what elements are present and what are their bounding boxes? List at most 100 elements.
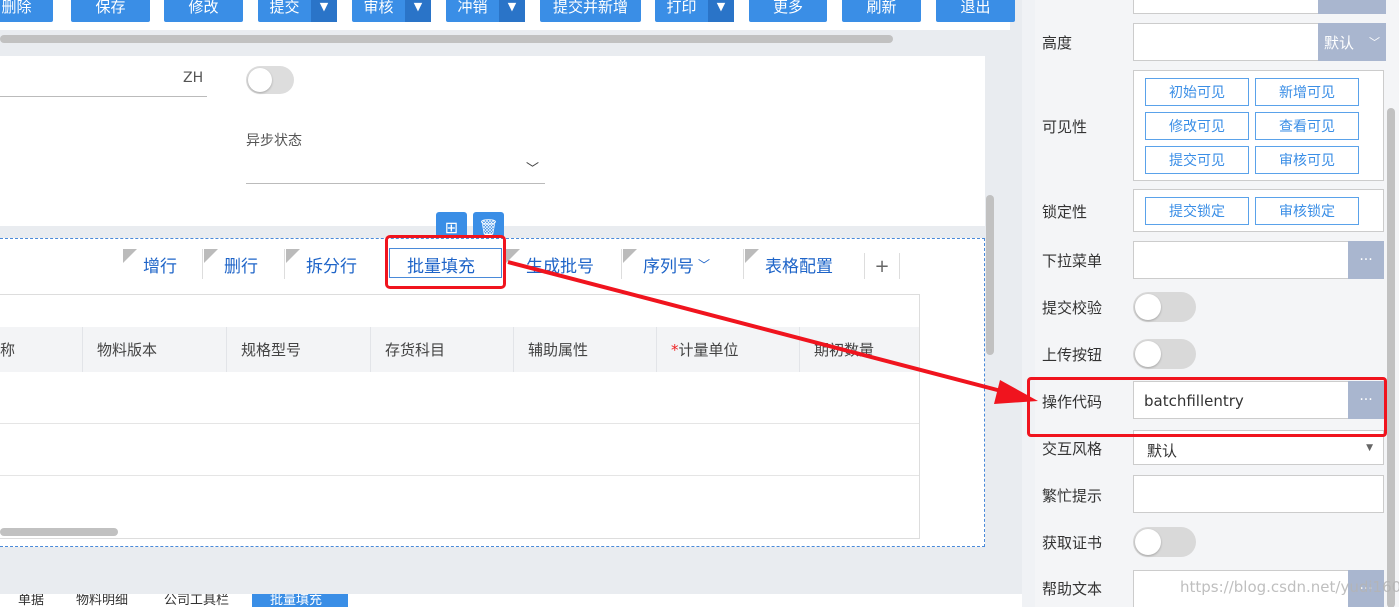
column-header[interactable]: 辅助属性 <box>514 327 657 372</box>
chevron-down-icon[interactable]: ▼ <box>708 0 734 22</box>
horizontal-scrollbar[interactable] <box>0 528 118 536</box>
chevron-down-icon[interactable]: ▼ <box>311 0 337 22</box>
more-button[interactable]: 更多 <box>749 0 827 22</box>
dropdown-menu-more-button[interactable]: ··· <box>1348 241 1384 279</box>
submit-and-new-label: 提交并新增 <box>552 0 628 16</box>
async-status-select[interactable]: ﹀ <box>246 150 545 184</box>
horizontal-scrollbar[interactable] <box>0 35 893 43</box>
button-label: 查看可见 <box>1279 119 1335 135</box>
table-row[interactable] <box>0 424 919 476</box>
initial-visible-button[interactable]: 初始可见 <box>1145 78 1249 106</box>
audit-label: 审核 <box>363 0 394 16</box>
column-header[interactable]: 规格型号 <box>227 327 371 372</box>
get-cert-label: 获取证书 <box>1042 534 1103 552</box>
form-toggle[interactable] <box>246 66 294 94</box>
exit-button[interactable]: 退出 <box>936 0 1015 22</box>
column-header[interactable]: 存货科目 <box>371 327 514 372</box>
column-header[interactable]: 期初数量 <box>800 327 919 372</box>
table-config-button[interactable]: 表格配置 <box>743 249 833 279</box>
tab-document[interactable]: 单据 <box>18 594 68 607</box>
dropdown-menu-input[interactable] <box>1133 241 1350 279</box>
interaction-style-value: 默认 <box>1147 442 1178 460</box>
split-row-button[interactable]: 拆分行 <box>284 249 357 279</box>
get-cert-toggle[interactable] <box>1133 527 1196 557</box>
lock-options: 提交锁定 审核锁定 <box>1133 189 1384 232</box>
chevron-down-icon[interactable]: ▼ <box>405 0 431 22</box>
more-icon: ··· <box>1359 252 1373 268</box>
delete-button[interactable]: 删除 <box>0 0 53 22</box>
column-header[interactable]: 称 <box>0 327 83 372</box>
bottom-tab-bar: 单据 物料明细 公司工具栏 批量填充 <box>0 594 1022 607</box>
button-label: 审核锁定 <box>1279 204 1335 220</box>
designer-canvas: 删除 保存 修改 提交 ▼ 审核 ▼ 冲销 ▼ 提交并新增 打印 ▼ 更多 刷新 退出 … <box>0 0 1022 607</box>
submit-lock-button[interactable]: 提交锁定 <box>1145 197 1249 225</box>
help-text-label: 帮助文本 <box>1042 580 1103 598</box>
more-label: 更多 <box>772 0 803 16</box>
new-visible-button[interactable]: 新增可见 <box>1255 78 1359 106</box>
button-label: 初始可见 <box>1169 85 1225 101</box>
divider <box>202 249 203 279</box>
height-label: 高度 <box>1042 34 1073 52</box>
divider <box>743 249 744 279</box>
table-row[interactable] <box>0 372 919 424</box>
zh-field-value[interactable]: ZH <box>183 70 203 86</box>
height-unit-select[interactable]: 默认 ﹀ <box>1318 23 1386 61</box>
column-header-label: 辅助属性 <box>528 341 589 359</box>
add-row-button[interactable]: 增行 <box>123 249 177 279</box>
submit-visible-button[interactable]: 提交可见 <box>1145 146 1249 174</box>
serial-number-button[interactable]: 序列号 ﹀ <box>621 249 710 279</box>
submit-button[interactable]: 提交 ▼ <box>258 0 337 22</box>
generate-batch-label: 生成批号 <box>526 256 594 277</box>
required-mark: * <box>671 340 679 359</box>
tab-company-toolbar[interactable]: 公司工具栏 <box>164 594 248 607</box>
height-input[interactable] <box>1133 23 1319 61</box>
tab-batch-fill[interactable]: 批量填充 <box>252 594 348 607</box>
print-button[interactable]: 打印 ▼ <box>655 0 734 22</box>
upload-button-label: 上传按钮 <box>1042 346 1103 364</box>
modify-visible-button[interactable]: 修改可见 <box>1145 112 1249 140</box>
tab-label: 公司工具栏 <box>164 594 230 607</box>
button-label: 提交可见 <box>1169 153 1225 169</box>
generate-batch-button[interactable]: 生成批号 <box>506 249 594 279</box>
column-header[interactable]: 物料版本 <box>83 327 227 372</box>
upload-button-toggle[interactable] <box>1133 339 1196 369</box>
form-toolbar: 删除 保存 修改 提交 ▼ 审核 ▼ 冲销 ▼ 提交并新增 打印 ▼ 更多 刷新 退出 <box>0 0 1015 30</box>
watermark: https://blog.csdn.net/yudi1602 <box>1180 578 1399 596</box>
width-unit-select[interactable] <box>1318 0 1386 14</box>
plus-icon[interactable]: + <box>864 253 900 279</box>
table-row[interactable] <box>0 476 919 528</box>
busy-tip-input[interactable] <box>1133 475 1384 513</box>
submit-label: 提交 <box>269 0 300 16</box>
submit-check-toggle[interactable] <box>1133 292 1196 322</box>
dropdown-menu-label: 下拉菜单 <box>1042 252 1103 270</box>
modify-button[interactable]: 修改 <box>164 0 243 22</box>
audit-button[interactable]: 审核 ▼ <box>352 0 431 22</box>
audit-visible-button[interactable]: 审核可见 <box>1255 146 1359 174</box>
reverse-button[interactable]: 冲销 ▼ <box>446 0 525 22</box>
vertical-scrollbar[interactable] <box>986 195 994 355</box>
save-label: 保存 <box>95 0 126 16</box>
property-panel: 高度 默认 ﹀ 可见性 初始可见 新增可见 修改可见 查看可见 提交可见 审核可见… <box>1035 0 1399 607</box>
vertical-scrollbar[interactable] <box>1387 108 1395 607</box>
chevron-down-icon[interactable]: ▼ <box>499 0 525 22</box>
reverse-label: 冲销 <box>457 0 488 16</box>
refresh-button[interactable]: 刷新 <box>842 0 921 22</box>
column-header[interactable]: * 计量单位 <box>657 327 800 372</box>
submit-and-new-button[interactable]: 提交并新增 <box>540 0 641 22</box>
save-button[interactable]: 保存 <box>71 0 150 22</box>
view-visible-button[interactable]: 查看可见 <box>1255 112 1359 140</box>
audit-lock-button[interactable]: 审核锁定 <box>1255 197 1359 225</box>
exit-label: 退出 <box>960 0 991 16</box>
delete-row-button[interactable]: 删行 <box>202 249 258 279</box>
column-header-label: 规格型号 <box>241 341 302 359</box>
tab-material-detail[interactable]: 物料明细 <box>76 594 146 607</box>
visibility-options: 初始可见 新增可见 修改可见 查看可见 提交可见 审核可见 <box>1133 70 1384 181</box>
async-status-label: 异步状态 <box>246 133 302 149</box>
button-label: 提交锁定 <box>1169 204 1225 220</box>
busy-tip-label: 繁忙提示 <box>1042 487 1103 505</box>
tab-label: 批量填充 <box>270 594 323 607</box>
height-unit-label: 默认 <box>1324 33 1355 52</box>
column-header-label: 物料版本 <box>97 341 158 359</box>
tab-label: 单据 <box>18 594 45 607</box>
button-label: 新增可见 <box>1279 85 1335 101</box>
